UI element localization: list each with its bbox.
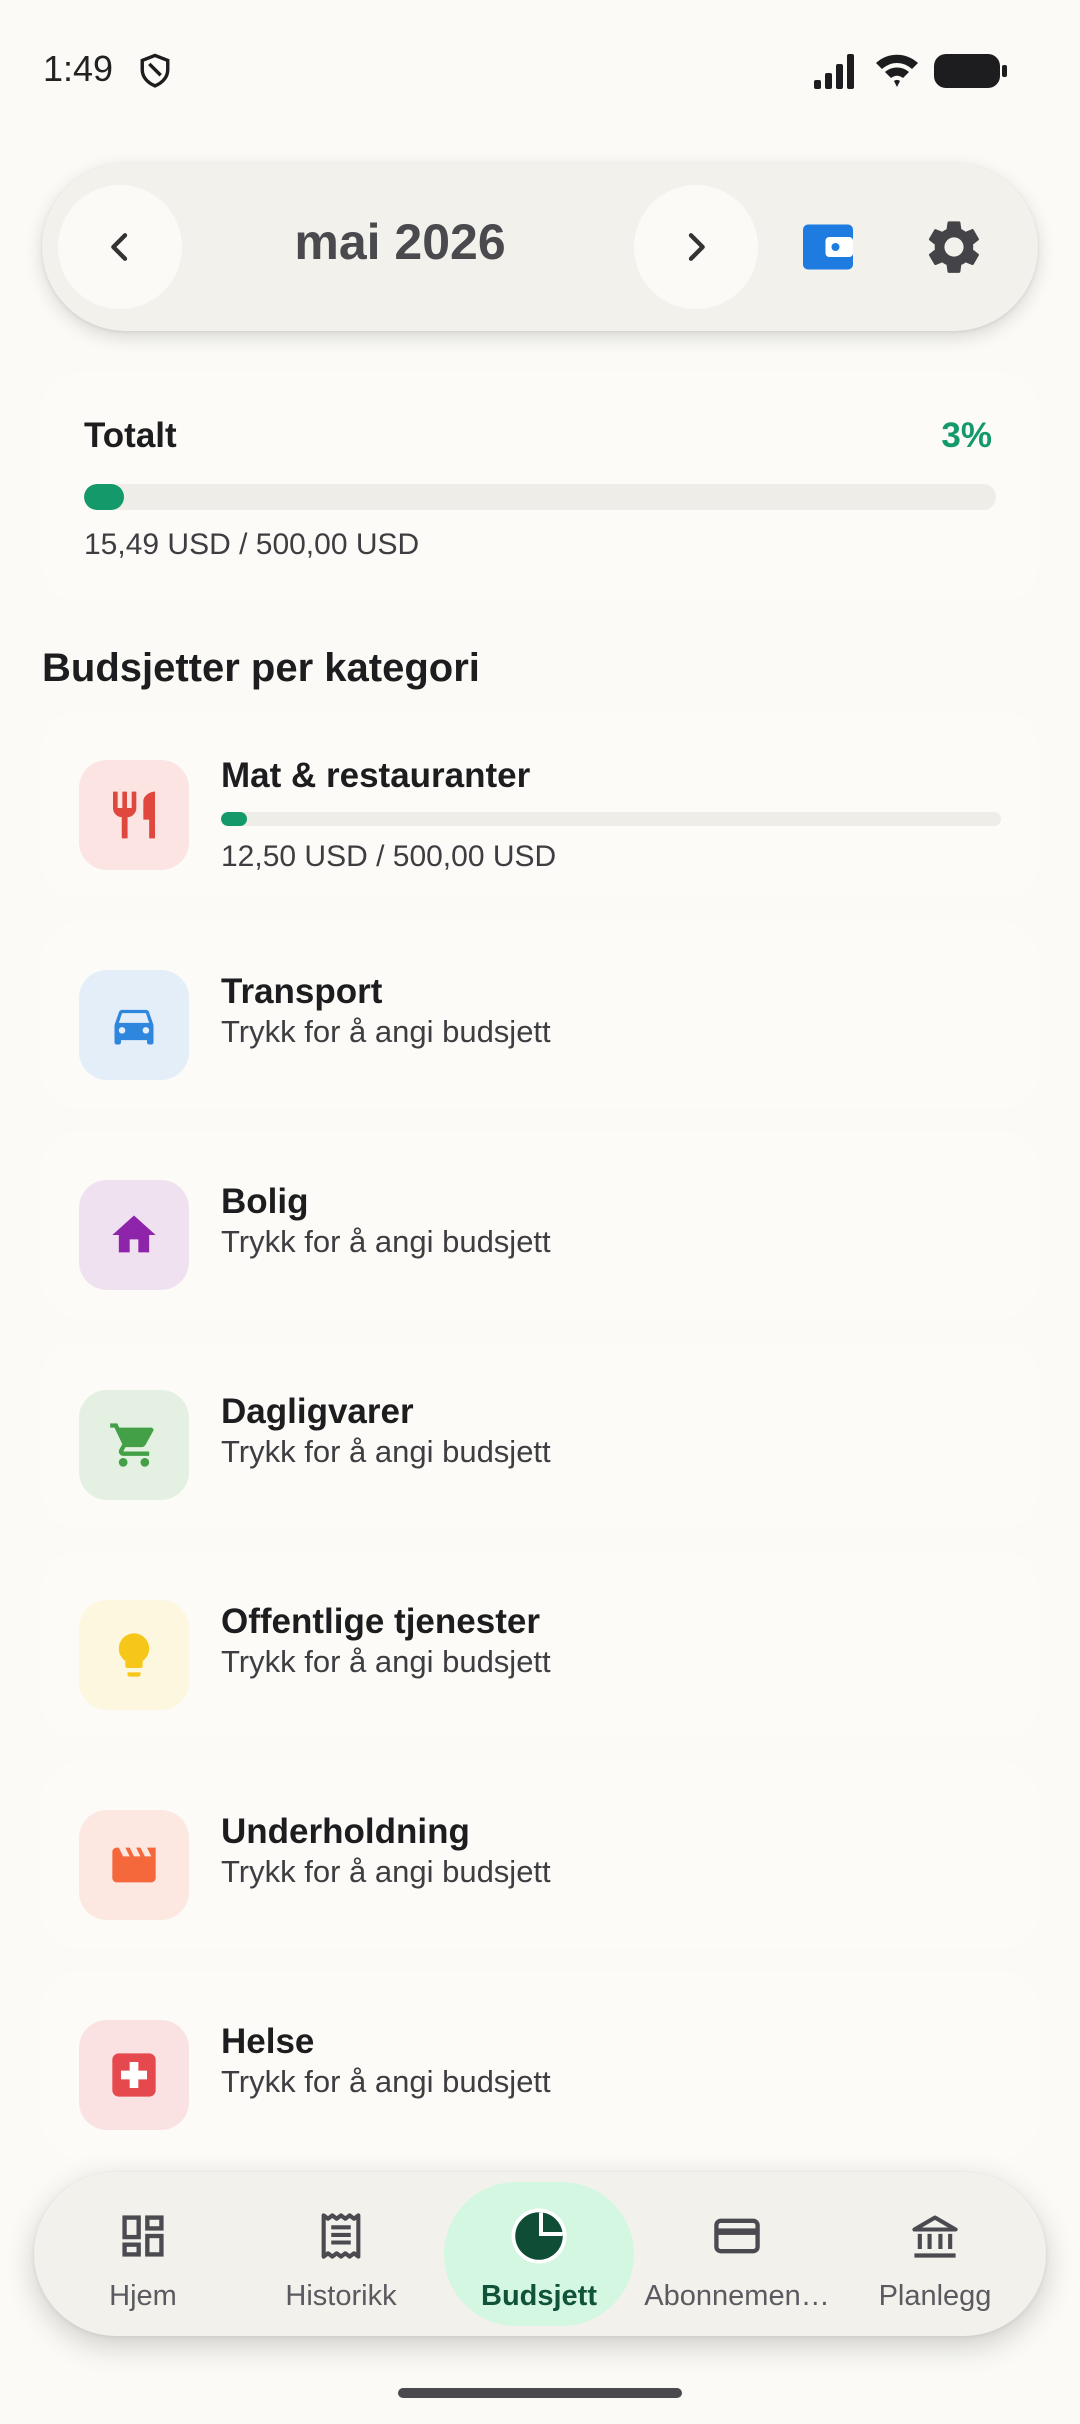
section-title: Budsjetter per kategori [42,646,480,690]
nav-label: Planlegg [878,2280,992,2312]
dashboard-icon [111,2204,175,2268]
pie-chart-icon [507,2204,571,2268]
category-item-housing[interactable]: Bolig Trykk for å angi budsjett [42,1132,1038,1318]
category-item-groceries[interactable]: Dagligvarer Trykk for å angi budsjett [42,1342,1038,1528]
nav-item-history[interactable]: Historikk [246,2182,436,2326]
car-icon [114,1009,154,1045]
receipt-icon [309,2204,373,2268]
category-name: Mat & restauranter [221,756,531,795]
total-progress-bar [84,484,996,510]
category-icon-bg [79,760,189,870]
shield-icon [140,53,170,88]
wallet-button[interactable] [798,217,858,277]
home-icon [112,1215,156,1253]
category-icon-bg [79,2020,189,2130]
credit-card-icon [705,2204,769,2268]
category-name: Offentlige tjenester [221,1602,540,1641]
previous-month-button[interactable] [58,185,182,309]
bank-icon [903,2204,967,2268]
cart-icon [110,1423,154,1467]
category-item-health[interactable]: Helse Trykk for å angi budsjett [42,1972,1038,2158]
nav-item-plan[interactable]: Planlegg [840,2182,1030,2326]
nav-label: Historikk [285,2280,397,2312]
category-subtitle: Trykk for å angi budsjett [221,1014,551,1049]
settings-button[interactable] [922,215,986,279]
category-subtitle: Trykk for å angi budsjett [221,2064,551,2099]
nav-item-budget[interactable]: Budsjett [444,2182,634,2326]
category-item-transport[interactable]: Transport Trykk for å angi budsjett [42,922,1038,1108]
category-name: Transport [221,972,383,1011]
category-icon-bg [79,1180,189,1290]
total-budget-card[interactable]: Totalt 3% 15,49 USD / 500,00 USD [42,372,1038,602]
category-name: Underholdning [221,1812,470,1851]
status-bar: 1:49 [0,0,1080,140]
category-amount: 12,50 USD / 500,00 USD [221,840,557,873]
clapperboard-icon [112,1847,156,1883]
category-name: Dagligvarer [221,1392,414,1431]
chevron-right-icon [688,233,705,261]
home-indicator [398,2388,682,2398]
category-subtitle: Trykk for å angi budsjett [221,1644,551,1679]
wallet-icon [803,224,853,270]
lightbulb-icon [118,1633,150,1677]
nav-label: Abonnemen… [644,2280,830,2312]
category-progress-fill [221,812,247,826]
nav-label: Hjem [109,2280,177,2312]
category-progress-bar [221,812,1001,826]
category-icon-bg [79,1390,189,1500]
total-title: Totalt [84,416,177,455]
cellular-signal-icon [814,54,854,89]
category-item-utilities[interactable]: Offentlige tjenester Trykk for å angi bu… [42,1552,1038,1738]
bottom-navigation: Hjem Historikk Budsjett Abonnemen… Planl… [34,2172,1046,2336]
category-icon-bg [79,970,189,1080]
total-progress-fill [84,484,124,510]
nav-item-home[interactable]: Hjem [48,2182,238,2326]
medical-cross-icon [112,2053,156,2097]
chevron-left-icon [111,233,128,261]
category-name: Bolig [221,1182,309,1221]
next-month-button[interactable] [634,185,758,309]
total-percent: 3% [941,416,992,455]
category-item-food[interactable]: Mat & restauranter 12,50 USD / 500,00 US… [42,712,1038,898]
category-subtitle: Trykk for å angi budsjett [221,1434,551,1469]
category-item-entertainment[interactable]: Underholdning Trykk for å angi budsjett [42,1762,1038,1948]
status-time: 1:49 [43,48,114,89]
category-subtitle: Trykk for å angi budsjett [221,1854,551,1889]
category-name: Helse [221,2022,315,2061]
wifi-icon [876,54,918,87]
gear-icon [928,221,979,273]
month-header: mai 2026 [42,163,1038,331]
total-amount: 15,49 USD / 500,00 USD [84,528,420,561]
nav-label: Budsjett [481,2280,597,2312]
nav-item-subscriptions[interactable]: Abonnemen… [642,2182,832,2326]
restaurant-icon [113,791,155,839]
category-subtitle: Trykk for å angi budsjett [221,1224,551,1259]
battery-icon [934,54,1007,88]
month-label[interactable]: mai 2026 [192,213,608,271]
category-icon-bg [79,1810,189,1920]
category-icon-bg [79,1600,189,1710]
